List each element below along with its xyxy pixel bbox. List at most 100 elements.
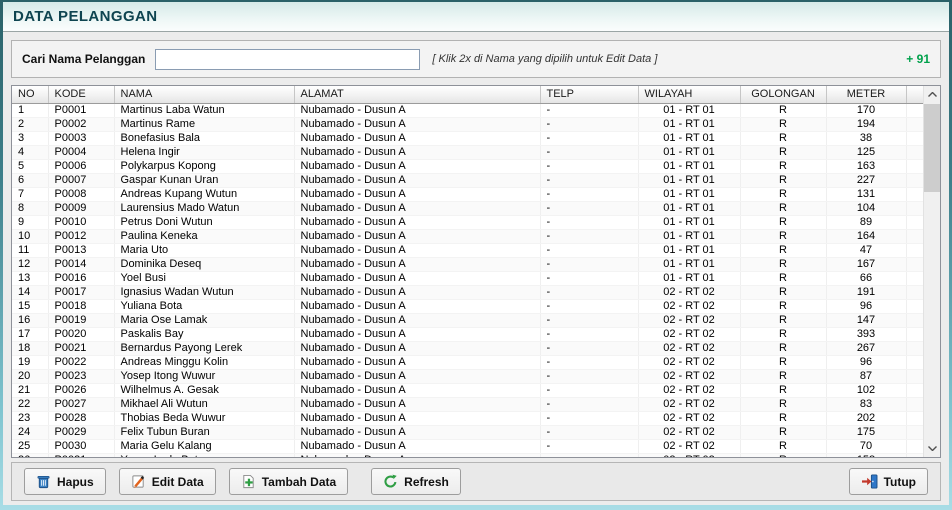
cell-golongan: R <box>740 145 826 159</box>
cell-telp: - <box>540 397 638 411</box>
cell-wilayah: 01 - RT 01 <box>638 159 740 173</box>
cell-nama: Paskalis Bay <box>114 327 294 341</box>
cell-telp: - <box>540 131 638 145</box>
table-row[interactable]: 19 P0022 Andreas Minggu Kolin Nubamado -… <box>12 355 923 369</box>
cell-meter: 164 <box>826 229 906 243</box>
cell-golongan: R <box>740 341 826 355</box>
cell-golongan: R <box>740 173 826 187</box>
cell-wilayah: 02 - RT 02 <box>638 453 740 457</box>
cell-filler <box>906 425 923 439</box>
cell-telp: - <box>540 369 638 383</box>
column-header-wilayah[interactable]: WILAYAH <box>638 86 740 103</box>
cell-golongan: R <box>740 299 826 313</box>
search-label: Cari Nama Pelanggan <box>22 52 145 66</box>
table-row[interactable]: 10 P0012 Paulina Keneka Nubamado - Dusun… <box>12 229 923 243</box>
delete-button[interactable]: Hapus <box>24 468 106 495</box>
cell-alamat: Nubamado - Dusun A <box>294 271 540 285</box>
cell-wilayah: 01 - RT 01 <box>638 243 740 257</box>
table-row[interactable]: 22 P0027 Mikhael Ali Wutun Nubamado - Du… <box>12 397 923 411</box>
table-row[interactable]: 6 P0007 Gaspar Kunan Uran Nubamado - Dus… <box>12 173 923 187</box>
column-header-nama[interactable]: NAMA <box>114 86 294 103</box>
add-document-icon <box>241 474 256 489</box>
table-row[interactable]: 21 P0026 Wilhelmus A. Gesak Nubamado - D… <box>12 383 923 397</box>
table-row[interactable]: 13 P0016 Yoel Busi Nubamado - Dusun A - … <box>12 271 923 285</box>
table-row[interactable]: 12 P0014 Dominika Deseq Nubamado - Dusun… <box>12 257 923 271</box>
cell-golongan: R <box>740 411 826 425</box>
cell-alamat: Nubamado - Dusun A <box>294 229 540 243</box>
add-data-button[interactable]: Tambah Data <box>229 468 348 495</box>
refresh-button[interactable]: Refresh <box>371 468 461 495</box>
table-row[interactable]: 24 P0029 Felix Tubun Buran Nubamado - Du… <box>12 425 923 439</box>
cell-telp: - <box>540 103 638 117</box>
cell-no: 19 <box>12 355 48 369</box>
table-row[interactable]: 15 P0018 Yuliana Bota Nubamado - Dusun A… <box>12 299 923 313</box>
cell-kode: P0031 <box>48 453 114 457</box>
cell-no: 2 <box>12 117 48 131</box>
column-header-alamat[interactable]: ALAMAT <box>294 86 540 103</box>
cell-filler <box>906 257 923 271</box>
cell-golongan: R <box>740 243 826 257</box>
cell-golongan: R <box>740 397 826 411</box>
table-row[interactable]: 4 P0004 Helena Ingir Nubamado - Dusun A … <box>12 145 923 159</box>
column-header-golongan[interactable]: GOLONGAN <box>740 86 826 103</box>
delete-button-label: Hapus <box>57 475 94 489</box>
cell-nama: Paulina Keneka <box>114 229 294 243</box>
table-row[interactable]: 2 P0002 Martinus Rame Nubamado - Dusun A… <box>12 117 923 131</box>
cell-golongan: R <box>740 103 826 117</box>
table-row[interactable]: 9 P0010 Petrus Doni Wutun Nubamado - Dus… <box>12 215 923 229</box>
table-row[interactable]: 18 P0021 Bernardus Payong Lerek Nubamado… <box>12 341 923 355</box>
edit-data-button[interactable]: Edit Data <box>119 468 216 495</box>
cell-wilayah: 01 - RT 01 <box>638 173 740 187</box>
search-groupbox: Cari Nama Pelanggan [ Klik 2x di Nama ya… <box>11 40 941 78</box>
table-row[interactable]: 17 P0020 Paskalis Bay Nubamado - Dusun A… <box>12 327 923 341</box>
cell-meter: 38 <box>826 131 906 145</box>
column-header-meter[interactable]: METER <box>826 86 906 103</box>
close-button[interactable]: Tutup <box>849 468 928 495</box>
scroll-down-icon[interactable] <box>924 440 941 457</box>
refresh-icon <box>383 474 398 489</box>
table-row[interactable]: 11 P0013 Maria Uto Nubamado - Dusun A - … <box>12 243 923 257</box>
cell-meter: 393 <box>826 327 906 341</box>
cell-nama: Maria Gelu Kalang <box>114 439 294 453</box>
customer-grid: NO KODE NAMA ALAMAT TELP WILAYAH GOLONGA… <box>11 85 941 458</box>
cell-meter: 89 <box>826 215 906 229</box>
cell-telp: - <box>540 383 638 397</box>
cell-telp: - <box>540 187 638 201</box>
table-row[interactable]: 1 P0001 Martinus Laba Watun Nubamado - D… <box>12 103 923 117</box>
scrollbar-thumb[interactable] <box>924 104 941 192</box>
cell-alamat: Nubamado - Dusun A <box>294 243 540 257</box>
cell-kode: P0020 <box>48 327 114 341</box>
column-header-no[interactable]: NO <box>12 86 48 103</box>
cell-kode: P0022 <box>48 355 114 369</box>
table-row[interactable]: 7 P0008 Andreas Kupang Wutun Nubamado - … <box>12 187 923 201</box>
table-row[interactable]: 26 P0031 Yosep Lado Batun Nubamado - Dus… <box>12 453 923 457</box>
table-row[interactable]: 5 P0006 Polykarpus Kopong Nubamado - Dus… <box>12 159 923 173</box>
cell-telp: - <box>540 229 638 243</box>
search-input[interactable] <box>155 49 420 70</box>
table-row[interactable]: 8 P0009 Laurensius Mado Watun Nubamado -… <box>12 201 923 215</box>
cell-telp: - <box>540 215 638 229</box>
table-row[interactable]: 25 P0030 Maria Gelu Kalang Nubamado - Du… <box>12 439 923 453</box>
vertical-scrollbar[interactable] <box>923 86 940 457</box>
table-row[interactable]: 14 P0017 Ignasius Wadan Wutun Nubamado -… <box>12 285 923 299</box>
cell-kode: P0004 <box>48 145 114 159</box>
table-header-row: NO KODE NAMA ALAMAT TELP WILAYAH GOLONGA… <box>12 86 923 103</box>
cell-meter: 147 <box>826 313 906 327</box>
table-row[interactable]: 23 P0028 Thobias Beda Wuwur Nubamado - D… <box>12 411 923 425</box>
cell-no: 15 <box>12 299 48 313</box>
cell-golongan: R <box>740 327 826 341</box>
cell-filler <box>906 453 923 457</box>
cell-filler <box>906 397 923 411</box>
cell-golongan: R <box>740 271 826 285</box>
edit-pencil-icon <box>131 474 146 489</box>
cell-golongan: R <box>740 369 826 383</box>
column-header-kode[interactable]: KODE <box>48 86 114 103</box>
cell-alamat: Nubamado - Dusun A <box>294 327 540 341</box>
cell-filler <box>906 145 923 159</box>
table-row[interactable]: 20 P0023 Yosep Itong Wuwur Nubamado - Du… <box>12 369 923 383</box>
table-row[interactable]: 16 P0019 Maria Ose Lamak Nubamado - Dusu… <box>12 313 923 327</box>
cell-kode: P0016 <box>48 271 114 285</box>
scroll-up-icon[interactable] <box>924 86 940 103</box>
column-header-telp[interactable]: TELP <box>540 86 638 103</box>
table-row[interactable]: 3 P0003 Bonefasius Bala Nubamado - Dusun… <box>12 131 923 145</box>
